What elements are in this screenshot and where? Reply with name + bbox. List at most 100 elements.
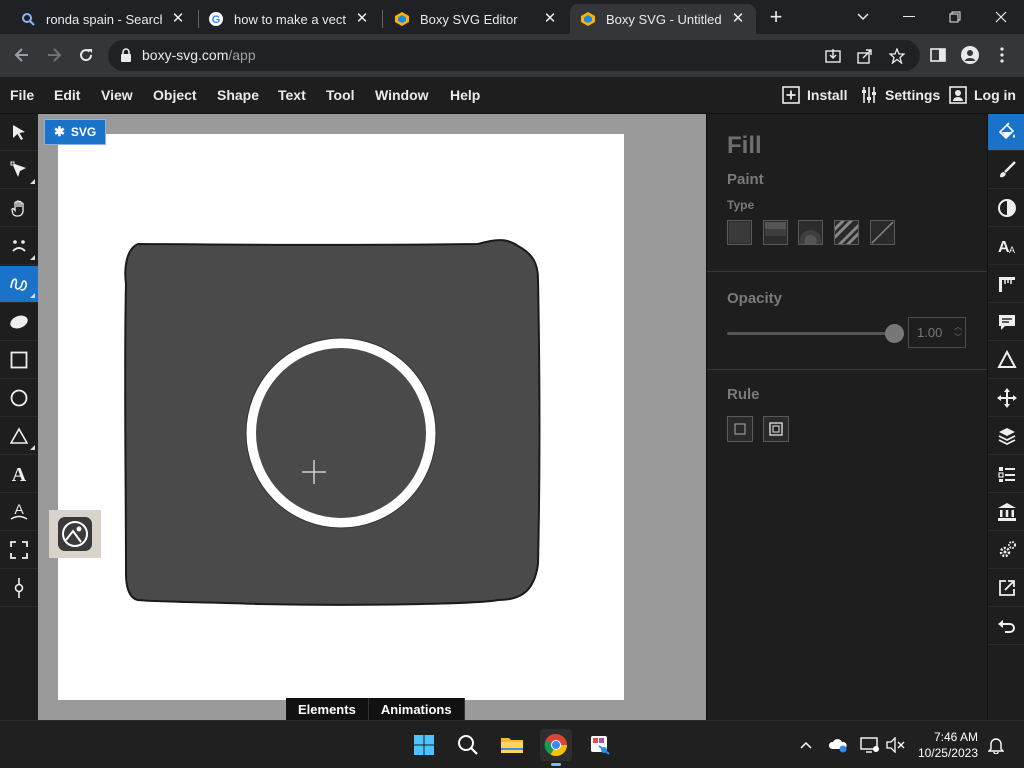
side-panel-icon[interactable]	[924, 41, 952, 69]
settings-panel-button[interactable]	[988, 532, 1024, 569]
settings-button[interactable]: Settings	[859, 84, 940, 106]
menu-view[interactable]: View	[101, 87, 133, 103]
library-panel-button[interactable]	[988, 494, 1024, 531]
install-label: Install	[807, 87, 848, 103]
artboard[interactable]	[58, 134, 624, 700]
pan-tool[interactable]	[0, 190, 38, 227]
stroke-panel-button[interactable]	[988, 152, 1024, 189]
solid-fill-icon	[729, 222, 750, 243]
undo-panel-button[interactable]	[988, 608, 1024, 645]
list-panel-button[interactable]	[988, 456, 1024, 493]
browser-tab-1[interactable]: ronda spain - Search ✕	[10, 4, 196, 34]
menu-file[interactable]: File	[10, 87, 34, 103]
typography-icon: AA	[998, 239, 1015, 256]
browser-menu-icon[interactable]	[988, 41, 1016, 69]
onedrive-icon[interactable]	[828, 735, 848, 755]
menu-object[interactable]: Object	[153, 87, 197, 103]
share-icon[interactable]	[856, 47, 874, 65]
lock-icon	[120, 48, 132, 67]
menu-tool[interactable]: Tool	[326, 87, 355, 103]
rule-nonzero-button[interactable]	[727, 416, 753, 442]
fill-type-pattern[interactable]	[831, 217, 861, 247]
layers-panel-button[interactable]	[988, 418, 1024, 455]
tray-chevron-up-icon[interactable]	[796, 735, 816, 755]
forward-icon[interactable]	[40, 41, 68, 69]
close-icon[interactable]: ✕	[170, 11, 186, 27]
menu-text[interactable]: Text	[278, 87, 306, 103]
browser-tab-4[interactable]: Boxy SVG - Untitled [Ec ✕	[570, 4, 756, 34]
blob-tool[interactable]	[0, 304, 38, 341]
pointer-tool[interactable]	[0, 114, 38, 151]
browser-tab-3[interactable]: Boxy SVG Editor ✕	[384, 4, 568, 34]
reload-icon[interactable]	[72, 41, 100, 69]
login-button[interactable]: Log in	[948, 84, 1016, 106]
transform-panel-button[interactable]	[988, 380, 1024, 417]
node-edit-tool[interactable]	[0, 152, 38, 189]
close-icon[interactable]: ✕	[730, 11, 746, 27]
drawing[interactable]	[58, 134, 624, 700]
rectangle-tool[interactable]	[0, 342, 38, 379]
canvas-workspace[interactable]: ✱ SVG Elements Animations	[38, 114, 706, 720]
undo-icon	[997, 620, 1015, 633]
install-button[interactable]: Install	[781, 84, 847, 106]
menu-window[interactable]: Window	[375, 87, 429, 103]
menu-edit[interactable]: Edit	[54, 87, 80, 103]
profile-icon[interactable]	[956, 41, 984, 69]
close-icon[interactable]: ✕	[354, 11, 370, 27]
tab-elements[interactable]: Elements	[286, 698, 369, 720]
browser-tab-2[interactable]: G how to make a vector i ✕	[198, 4, 380, 34]
install-app-icon[interactable]	[824, 47, 842, 65]
type-label: Type	[727, 198, 755, 212]
rounded-square-shape[interactable]	[124, 239, 541, 606]
circle-tool[interactable]	[0, 380, 38, 417]
rule-evenodd-button[interactable]	[763, 416, 789, 442]
fill-type-radial-gradient[interactable]	[798, 220, 823, 252]
address-bar[interactable]: boxy-svg.com/app	[108, 40, 920, 71]
typography-panel-button[interactable]: AA	[988, 228, 1024, 265]
restore-icon[interactable]	[932, 0, 978, 34]
fill-panel-button[interactable]	[988, 114, 1024, 151]
system-clock[interactable]: 7:46 AM 10/25/2023	[912, 729, 978, 761]
linear-gradient-icon	[765, 222, 786, 243]
opacity-slider-thumb[interactable]	[885, 324, 904, 343]
triangle-tool[interactable]	[0, 418, 38, 455]
spinner-icon[interactable]: ︿ ﹀	[954, 321, 962, 343]
fill-type-none[interactable]	[870, 220, 895, 245]
export-panel-button[interactable]	[988, 570, 1024, 607]
contrast-panel-button[interactable]	[988, 190, 1024, 227]
opacity-input[interactable]: 1.00 ︿ ﹀	[908, 317, 966, 348]
windows-start-icon[interactable]	[408, 729, 440, 761]
tab-search-icon[interactable]	[840, 0, 886, 34]
minimize-icon[interactable]	[886, 0, 932, 34]
menu-help[interactable]: Help	[450, 87, 480, 103]
node-tool[interactable]	[0, 570, 38, 607]
back-icon[interactable]	[8, 41, 36, 69]
display-icon[interactable]	[860, 735, 880, 755]
opacity-slider-track[interactable]	[727, 332, 894, 335]
taskbar-search-icon[interactable]	[452, 729, 484, 761]
fill-type-linear-gradient[interactable]	[763, 220, 788, 245]
menu-shape[interactable]: Shape	[217, 87, 259, 103]
svg-root-badge[interactable]: ✱ SVG	[44, 119, 107, 145]
hand-icon	[11, 200, 24, 217]
shape-panel-button[interactable]	[988, 342, 1024, 379]
bookmark-star-icon[interactable]	[888, 47, 906, 65]
freehand-tool[interactable]	[0, 266, 38, 303]
file-explorer-icon[interactable]	[496, 729, 528, 761]
notification-bell-icon[interactable]	[986, 735, 1006, 755]
volume-muted-icon[interactable]	[886, 735, 906, 755]
fill-type-solid[interactable]	[727, 220, 752, 245]
new-tab-button[interactable]: +	[756, 0, 796, 34]
close-icon[interactable]: ✕	[542, 11, 558, 27]
text-tool[interactable]: A	[0, 456, 38, 493]
chrome-icon[interactable]	[540, 729, 572, 766]
comment-panel-button[interactable]	[988, 304, 1024, 341]
ruler-panel-button[interactable]	[988, 266, 1024, 303]
floating-app-icon[interactable]	[49, 510, 101, 558]
tab-animations[interactable]: Animations	[368, 698, 465, 720]
face-tool[interactable]	[0, 228, 38, 265]
window-close-icon[interactable]	[978, 0, 1024, 34]
crop-tool[interactable]	[0, 532, 38, 569]
text-path-tool[interactable]: A	[0, 494, 38, 531]
snipping-tool-icon[interactable]	[584, 729, 616, 761]
